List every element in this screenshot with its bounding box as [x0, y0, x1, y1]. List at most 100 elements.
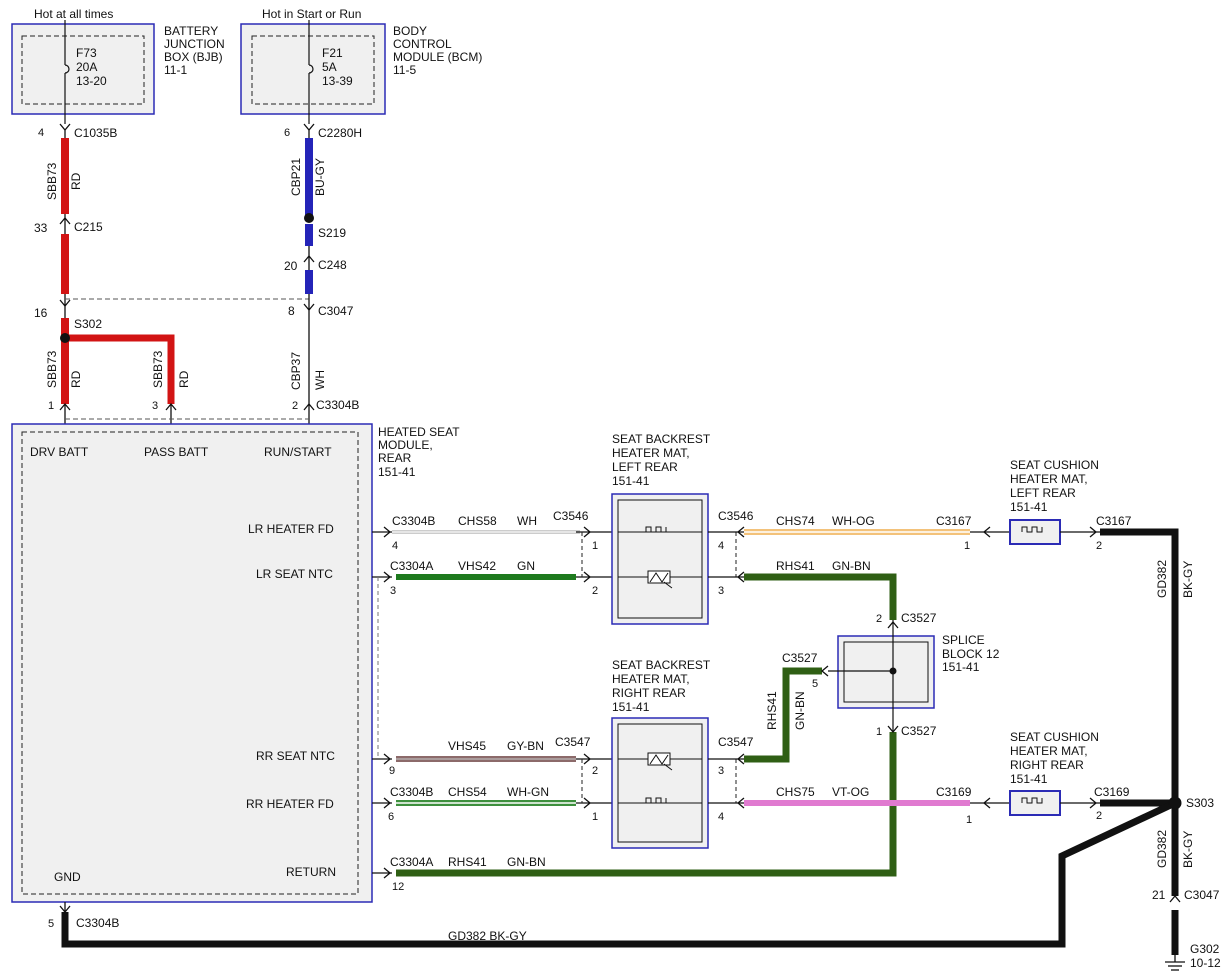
- wire-chs74: [744, 529, 970, 535]
- svg-text:SBB73: SBB73: [45, 162, 59, 200]
- svg-text:C3527: C3527: [901, 611, 937, 625]
- svg-text:C215: C215: [74, 220, 103, 234]
- pass-batt-label: PASS BATT: [144, 445, 209, 459]
- svg-text:WH-GN: WH-GN: [507, 785, 549, 799]
- svg-text:CBP21: CBP21: [289, 158, 303, 196]
- wiring-diagram: Hot at all times F73 20A 13-20 BATTERY J…: [11, 7, 1221, 971]
- svg-text:WH-OG: WH-OG: [832, 514, 875, 528]
- svg-text:GN-BN: GN-BN: [832, 559, 871, 573]
- svg-text:RIGHT REAR: RIGHT REAR: [612, 686, 686, 700]
- svg-text:151-41: 151-41: [942, 660, 980, 674]
- cushion-left: SEAT CUSHION HEATER MAT, LEFT REAR 151-4…: [970, 458, 1100, 545]
- svg-text:8: 8: [288, 304, 295, 318]
- svg-text:HEATER MAT,: HEATER MAT,: [1010, 472, 1088, 486]
- svg-text:HEATED SEAT: HEATED SEAT: [378, 425, 460, 439]
- svg-text:MODULE,: MODULE,: [378, 438, 433, 452]
- wire-vhs45: [396, 756, 576, 762]
- svg-text:21: 21: [1152, 888, 1166, 902]
- svg-text:151-41: 151-41: [612, 700, 650, 714]
- svg-text:SEAT BACKREST: SEAT BACKREST: [612, 432, 711, 446]
- svg-text:CHS58: CHS58: [458, 514, 497, 528]
- bcm-box: Hot in Start or Run F21 5A 13-39 BODY CO…: [240, 7, 482, 115]
- svg-text:5: 5: [812, 678, 818, 690]
- bcm-fuse-rating: 5A: [322, 60, 337, 74]
- svg-text:GN-BN: GN-BN: [793, 691, 807, 730]
- drv-batt-label: DRV BATT: [30, 445, 89, 459]
- svg-text:SBB73: SBB73: [45, 350, 59, 388]
- svg-text:12: 12: [392, 881, 404, 893]
- svg-text:C3527: C3527: [901, 724, 937, 738]
- bcm-fuse-id: F21: [322, 46, 343, 60]
- svg-text:RHS41: RHS41: [776, 559, 815, 573]
- svg-text:REAR: REAR: [378, 451, 412, 465]
- wire-chs75: [744, 800, 970, 806]
- svg-text:151-41: 151-41: [378, 465, 416, 479]
- svg-text:SBB73: SBB73: [151, 350, 165, 388]
- svg-text:4: 4: [392, 540, 398, 552]
- svg-text:6: 6: [284, 127, 290, 139]
- svg-text:9: 9: [389, 765, 395, 777]
- svg-text:3: 3: [718, 765, 724, 777]
- svg-text:4: 4: [38, 127, 44, 139]
- svg-text:RD: RD: [177, 370, 191, 388]
- svg-text:151-41: 151-41: [612, 474, 650, 488]
- svg-text:HEATER MAT,: HEATER MAT,: [612, 672, 690, 686]
- svg-text:C3546: C3546: [553, 509, 589, 523]
- svg-text:LEFT REAR: LEFT REAR: [1010, 486, 1076, 500]
- svg-text:2: 2: [876, 613, 882, 625]
- svg-text:HEATER MAT,: HEATER MAT,: [612, 446, 690, 460]
- wire-vhs42: [396, 574, 576, 580]
- svg-text:CHS74: CHS74: [776, 514, 815, 528]
- bcm-title-4: 11-5: [393, 63, 416, 77]
- svg-text:33: 33: [34, 221, 48, 235]
- svg-text:VHS45: VHS45: [448, 739, 486, 753]
- svg-text:GD382: GD382: [1155, 830, 1169, 868]
- svg-text:BLOCK 12: BLOCK 12: [942, 647, 1000, 661]
- bjb-title-3: BOX (BJB): [164, 50, 223, 64]
- svg-text:RIGHT REAR: RIGHT REAR: [1010, 758, 1084, 772]
- svg-text:20: 20: [284, 259, 298, 273]
- svg-text:SEAT CUSHION: SEAT CUSHION: [1010, 458, 1099, 472]
- svg-text:3: 3: [718, 585, 724, 597]
- backrest-right-marks: [708, 526, 745, 809]
- svg-text:S219: S219: [318, 226, 346, 240]
- svg-text:3: 3: [390, 585, 396, 597]
- svg-text:4: 4: [718, 540, 724, 552]
- svg-text:C3169: C3169: [936, 785, 972, 799]
- svg-text:SPLICE: SPLICE: [942, 633, 985, 647]
- svg-text:4: 4: [718, 811, 724, 823]
- cushion-right: SEAT CUSHION HEATER MAT, RIGHT REAR 151-…: [970, 730, 1100, 816]
- svg-text:16: 16: [34, 306, 48, 320]
- svg-text:3: 3: [152, 400, 158, 412]
- svg-text:2: 2: [592, 765, 598, 777]
- svg-text:C3547: C3547: [718, 735, 754, 749]
- svg-text:C3047: C3047: [1184, 888, 1220, 902]
- svg-text:1: 1: [966, 814, 972, 826]
- svg-text:GD382: GD382: [1155, 560, 1169, 598]
- gnd-label: GND: [54, 870, 81, 884]
- rr-heater-fd-label: RR HEATER FD: [246, 797, 334, 811]
- svg-text:S303: S303: [1186, 796, 1214, 810]
- svg-text:1: 1: [964, 540, 970, 552]
- svg-text:C1035B: C1035B: [74, 126, 117, 140]
- svg-text:SEAT BACKREST: SEAT BACKREST: [612, 658, 711, 672]
- bcm-title-2: CONTROL: [393, 37, 452, 51]
- svg-text:1: 1: [48, 400, 54, 412]
- wire-rhs41-rr: [744, 667, 822, 763]
- svg-text:10-12: 10-12: [1190, 956, 1221, 970]
- svg-text:CBP37: CBP37: [289, 352, 303, 390]
- bjb-title-4: 11-1: [164, 63, 187, 77]
- svg-text:1: 1: [592, 540, 598, 552]
- bjb-fuse-ref: 13-20: [76, 74, 107, 88]
- svg-text:151-41: 151-41: [1010, 500, 1048, 514]
- lr-heater-fd-label: LR HEATER FD: [248, 522, 334, 536]
- run-start-label: RUN/START: [264, 445, 332, 459]
- bcm-fuse-ref: 13-39: [322, 74, 353, 88]
- svg-text:GY-BN: GY-BN: [507, 739, 544, 753]
- svg-text:C3304B: C3304B: [76, 916, 119, 930]
- svg-text:G302: G302: [1190, 942, 1220, 956]
- svg-text:RD: RD: [69, 172, 83, 190]
- svg-text:C3304B: C3304B: [390, 785, 433, 799]
- svg-text:BU-GY: BU-GY: [313, 158, 327, 196]
- svg-text:2: 2: [292, 400, 298, 412]
